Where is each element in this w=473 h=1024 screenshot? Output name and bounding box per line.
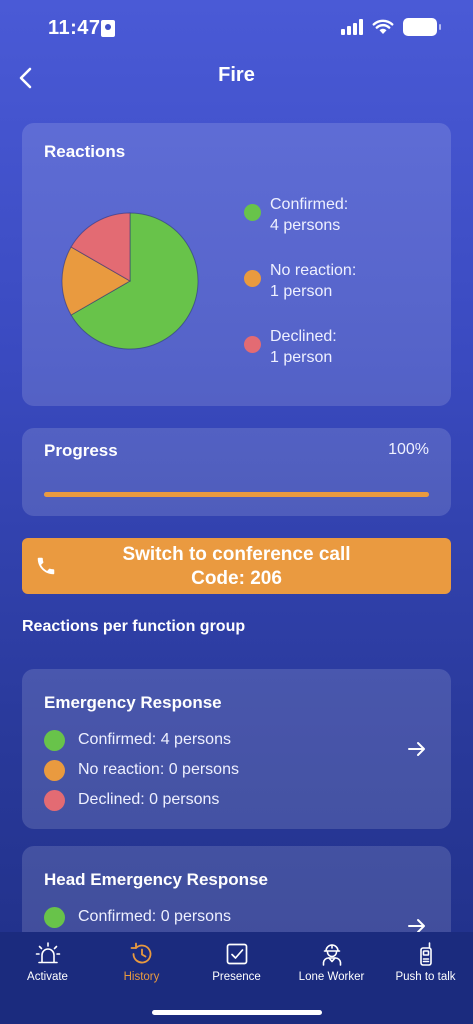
progress-fill — [44, 492, 429, 497]
tab-label: Activate — [27, 971, 68, 983]
signal-icon — [341, 19, 363, 35]
tab-lone-worker[interactable]: Lone Worker — [284, 936, 379, 994]
legend-dot-confirmed — [244, 204, 261, 221]
reactions-pie-chart — [60, 211, 200, 351]
legend-value: 1 person — [270, 349, 333, 366]
group-row-confirmed: Confirmed: 4 persons — [44, 725, 239, 755]
progress-card: Progress 100% — [22, 428, 451, 516]
legend-dot-no-reaction — [244, 270, 261, 287]
page-title: Fire — [218, 64, 255, 86]
reactions-title: Reactions — [44, 142, 126, 161]
group-row-text: Declined: 0 persons — [78, 791, 220, 808]
group-row-declined: Declined: 0 persons — [44, 785, 239, 815]
status-dot-no-reaction — [44, 759, 65, 781]
history-icon — [130, 942, 151, 964]
alarm-icon — [35, 942, 60, 964]
legend-label: Confirmed: — [270, 196, 349, 213]
reactions-legend: Confirmed: 4 persons No reaction: 1 pers… — [244, 194, 356, 392]
legend-value: 1 person — [270, 283, 333, 300]
group-name: Head Emergency Response — [44, 870, 268, 889]
conference-code: Code: 206 — [191, 568, 282, 589]
tab-label: History — [123, 971, 160, 983]
reactions-card: Reactions Confirmed: 4 persons No reacti… — [22, 123, 451, 406]
legend-label: Declined: — [270, 328, 337, 345]
tab-label: Lone Worker — [298, 971, 365, 983]
contact-card-icon — [101, 20, 115, 37]
group-card-emergency-response[interactable]: Emergency Response Confirmed: 4 persons … — [22, 669, 451, 829]
arrow-right-icon[interactable] — [407, 739, 427, 759]
function-groups-title: Reactions per function group — [22, 618, 246, 635]
tab-push-to-talk[interactable]: Push to talk — [378, 936, 473, 994]
checkbox-icon — [226, 943, 247, 965]
status-time: 11:47 — [48, 17, 101, 39]
legend-label: No reaction: — [270, 262, 357, 279]
group-row-confirmed: Confirmed: 0 persons — [44, 902, 231, 932]
home-indicator — [152, 1010, 322, 1015]
group-row-text: Confirmed: 4 persons — [78, 731, 231, 748]
worker-icon — [322, 944, 341, 966]
group-name: Emergency Response — [44, 693, 222, 712]
progress-bar — [44, 492, 429, 497]
status-dot-confirmed — [44, 906, 65, 928]
progress-percent: 100% — [388, 441, 429, 458]
group-rows: Confirmed: 4 persons No reaction: 0 pers… — [44, 725, 239, 815]
legend-value: 4 persons — [270, 217, 341, 234]
conference-call-button[interactable]: Switch to conference call Code: 206 — [22, 538, 451, 594]
conference-label: Switch to conference call — [122, 544, 351, 565]
tab-label: Push to talk — [395, 971, 456, 983]
battery-icon — [403, 18, 441, 36]
walkie-talkie-icon — [419, 942, 432, 966]
tab-presence[interactable]: Presence — [189, 936, 284, 994]
wifi-icon — [372, 19, 394, 34]
nav-header: Fire — [0, 56, 473, 100]
tab-activate[interactable]: Activate — [0, 936, 95, 994]
group-rows: Confirmed: 0 persons — [44, 902, 231, 932]
status-bar: 11:47 — [0, 0, 473, 56]
group-row-text: Confirmed: 0 persons — [78, 908, 231, 925]
status-dot-declined — [44, 789, 65, 811]
legend-item-confirmed: Confirmed: 4 persons — [244, 194, 356, 236]
status-icons — [341, 18, 441, 36]
tab-history[interactable]: History — [94, 936, 189, 994]
group-row-text: No reaction: 0 persons — [78, 761, 239, 778]
progress-title: Progress — [44, 441, 118, 460]
tab-label: Presence — [212, 971, 261, 983]
legend-item-declined: Declined: 1 person — [244, 326, 356, 368]
legend-dot-declined — [244, 336, 261, 353]
status-dot-confirmed — [44, 729, 65, 751]
group-row-no-reaction: No reaction: 0 persons — [44, 755, 239, 785]
bottom-nav: Activate History Presence Lone Worker Pu… — [0, 932, 473, 1024]
legend-item-no-reaction: No reaction: 1 person — [244, 260, 356, 302]
